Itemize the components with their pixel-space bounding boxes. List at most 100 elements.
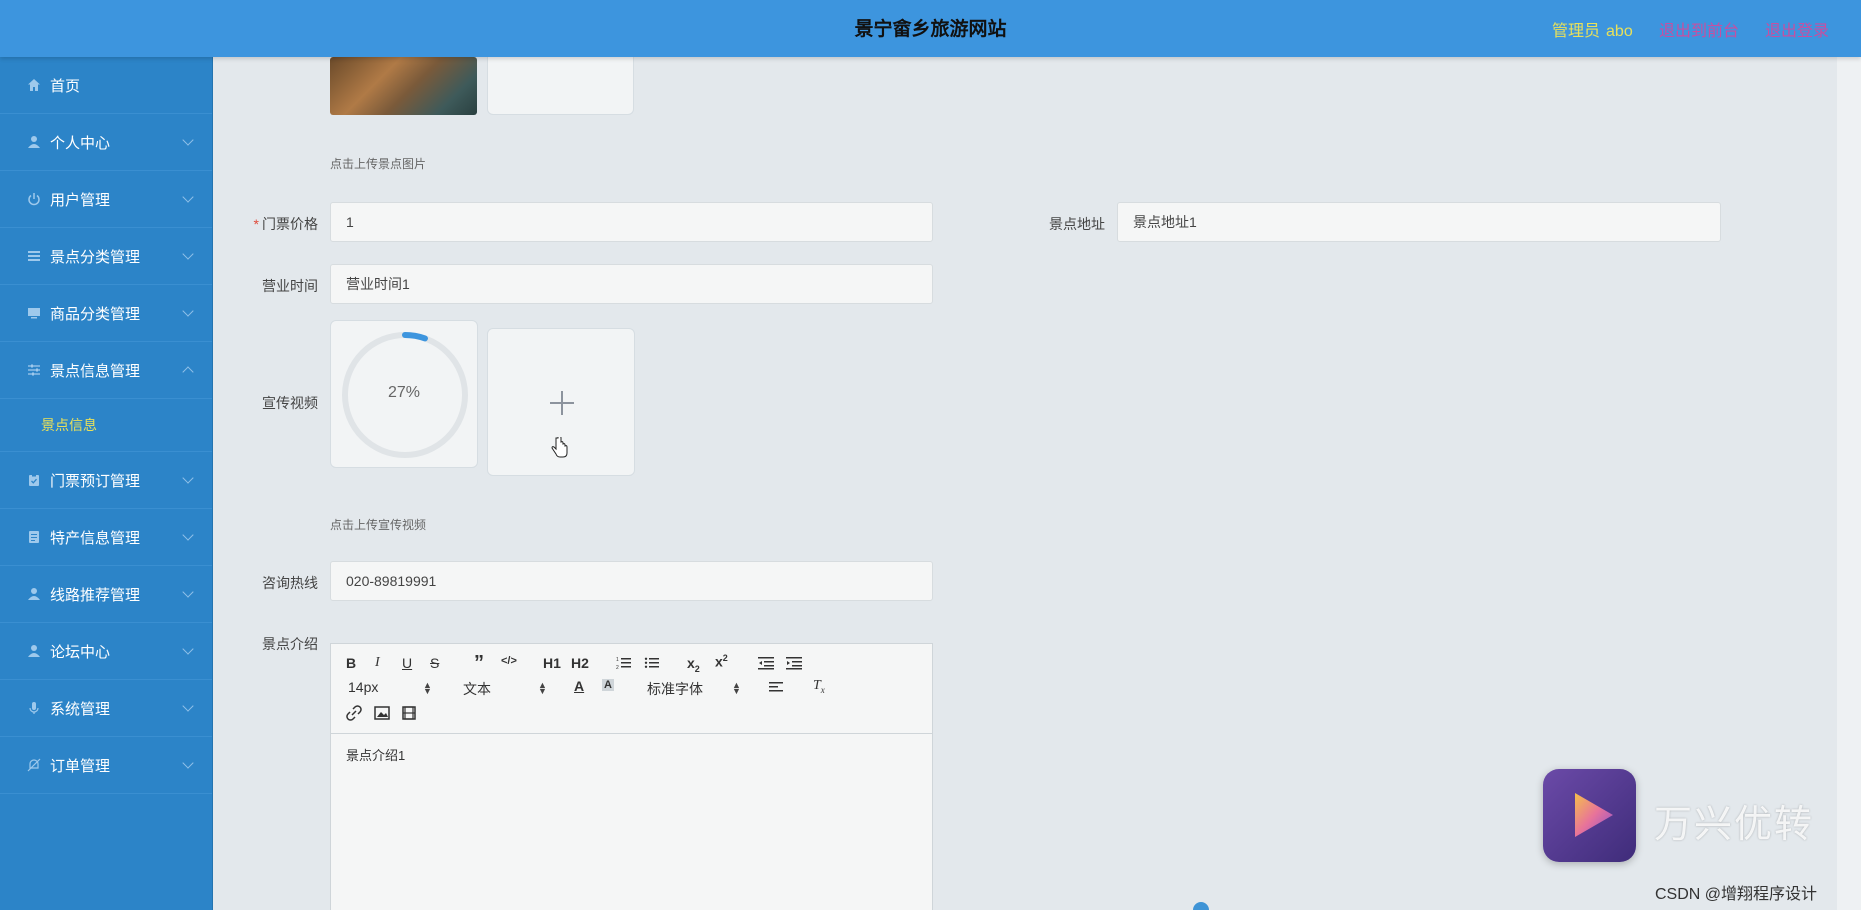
intro-label: 景点介绍 [262, 636, 318, 652]
editor-toolbar: B I U S ” </> H1 H2 12 x2 x2 14px ▲ ▼ 文本 ▲ ▼… [331, 644, 932, 734]
heading-2-icon[interactable]: H2 [571, 655, 589, 671]
outdent-icon[interactable] [758, 656, 774, 670]
sidebar-item-route-recommend[interactable]: 线路推荐管理 [0, 566, 212, 623]
video-upload-hint: 点击上传宣传视频 [330, 518, 427, 532]
sidebar-item-scenic-category[interactable]: 景点分类管理 [0, 228, 212, 285]
editor-content[interactable]: 景点介绍1 [331, 734, 932, 775]
code-block-icon[interactable]: </> [501, 655, 517, 667]
list-icon [26, 248, 42, 264]
clear-format-icon[interactable]: Tx [813, 678, 825, 695]
font-family-select[interactable]: 标准字体 ▲ ▼ [647, 679, 742, 699]
sidebar-item-goods-category[interactable]: 商品分类管理 [0, 285, 212, 342]
sidebar-item-order-management[interactable]: 订单管理 [0, 737, 212, 794]
sidebar-item-home[interactable]: 首页 [0, 57, 212, 114]
image-upload-hint: 点击上传景点图片 [330, 157, 427, 171]
chevron-down-icon [182, 248, 194, 260]
price-input[interactable]: 1 [330, 202, 933, 242]
price-label: * 门票价格 [253, 216, 318, 232]
heading-1-icon[interactable]: H1 [543, 655, 561, 671]
play-icon [1575, 793, 1613, 837]
sidebar-item-label: 订单管理 [50, 757, 111, 775]
hand-cursor-icon [551, 437, 568, 458]
home-icon [26, 77, 42, 93]
top-header: 景宁畲乡旅游网站 管理员 abo 退出到前台 退出登录 [0, 0, 1861, 57]
sidebar-item-user-management[interactable]: 用户管理 [0, 171, 212, 228]
sidebar-item-system-management[interactable]: 系统管理 [0, 680, 212, 737]
monitor-icon [26, 305, 42, 321]
italic-icon[interactable]: I [375, 655, 380, 671]
underline-icon[interactable]: U [402, 655, 412, 671]
logout-link[interactable]: 退出登录 [1765, 17, 1829, 41]
user-icon [26, 134, 42, 150]
bell-off-icon [26, 757, 42, 773]
sidebar-item-label: 景点分类管理 [50, 248, 141, 266]
address-label: 景点地址 [1049, 216, 1105, 232]
admin-username: abo [1606, 23, 1633, 40]
business-hours-label: 营业时间 [262, 278, 318, 294]
sidebar-item-label: 景点信息管理 [50, 362, 141, 380]
sidebar-subitem-scenic-info[interactable]: 景点信息 [0, 399, 212, 452]
admin-role: 管理员 [1552, 23, 1601, 40]
svg-text:2: 2 [616, 665, 619, 670]
image-icon[interactable] [374, 706, 390, 720]
business-hours-input[interactable]: 营业时间1 [330, 264, 933, 304]
blockquote-icon[interactable]: ” [474, 652, 484, 675]
page-scrollbar[interactable] [1837, 57, 1861, 910]
address-input[interactable]: 景点地址1 [1117, 202, 1721, 242]
sidebar-item-specialty-management[interactable]: 特产信息管理 [0, 509, 212, 566]
sidebar-item-personal-center[interactable]: 个人中心 [0, 114, 212, 171]
watermark-credit: CSDN @增翔程序设计 [1655, 886, 1818, 903]
background-color-icon[interactable]: A [602, 679, 614, 691]
scenic-image-thumbnail[interactable] [330, 57, 477, 115]
hotline-input[interactable]: 020-89819991 [330, 561, 933, 601]
sidebar-item-label: 门票预订管理 [50, 472, 141, 490]
chevron-down-icon [182, 757, 194, 769]
sidebar-item-forum-center[interactable]: 论坛中心 [0, 623, 212, 680]
microphone-icon [26, 700, 42, 716]
video-upload-button[interactable] [487, 328, 635, 476]
watermark-brand: 万兴优转 [1654, 804, 1815, 846]
chevron-down-icon [182, 586, 194, 598]
link-icon[interactable] [346, 705, 362, 721]
svg-text:1: 1 [616, 657, 619, 663]
chevron-down-icon [182, 305, 194, 317]
sliders-icon [26, 362, 42, 378]
rich-text-editor[interactable]: B I U S ” </> H1 H2 12 x2 x2 14px ▲ ▼ 文本 ▲ ▼… [330, 643, 933, 910]
sidebar-item-label: 线路推荐管理 [50, 586, 141, 604]
sidebar-item-label: 论坛中心 [50, 643, 111, 661]
indent-icon[interactable] [786, 656, 802, 670]
chevron-down-icon [182, 134, 194, 146]
sidebar: 首页 个人中心 用户管理 景点分类管理 商品分类管理 景点信息管理 景点信息 门… [0, 57, 213, 910]
sidebar-item-label: 首页 [50, 77, 81, 95]
user-icon [26, 643, 42, 659]
admin-info: 管理员 abo [1552, 17, 1633, 41]
subscript-icon[interactable]: x2 [687, 655, 700, 674]
video-icon[interactable] [402, 706, 416, 720]
hotline-label: 咨询热线 [262, 575, 318, 591]
sidebar-item-ticket-booking[interactable]: 门票预订管理 [0, 452, 212, 509]
bullet-list-icon[interactable] [644, 656, 660, 670]
video-upload-progress: 27% [330, 320, 478, 468]
block-type-select[interactable]: 文本 ▲ ▼ [463, 679, 548, 699]
clipboard-icon [26, 472, 42, 488]
user-icon [26, 586, 42, 602]
chevron-down-icon [182, 700, 194, 712]
align-icon[interactable] [769, 681, 785, 695]
sidebar-item-label: 个人中心 [50, 134, 111, 152]
sidebar-item-label: 特产信息管理 [50, 529, 141, 547]
chevron-down-icon [182, 529, 194, 541]
ordered-list-icon[interactable]: 12 [616, 656, 632, 670]
chevron-down-icon [182, 191, 194, 203]
sidebar-item-scenic-info-management[interactable]: 景点信息管理 [0, 342, 212, 399]
bold-icon[interactable]: B [346, 655, 356, 671]
superscript-icon[interactable]: x2 [715, 653, 728, 670]
font-size-select[interactable]: 14px ▲ ▼ [348, 679, 433, 696]
document-icon [26, 529, 42, 545]
chevron-up-icon [182, 366, 194, 378]
font-color-icon[interactable]: A [574, 678, 584, 694]
image-upload-card[interactable] [487, 57, 634, 115]
promo-video-label: 宣传视频 [262, 395, 318, 411]
strikethrough-icon[interactable]: S [430, 655, 439, 671]
video-progress-text: 27% [387, 384, 421, 401]
exit-to-frontend-link[interactable]: 退出到前台 [1659, 17, 1739, 41]
